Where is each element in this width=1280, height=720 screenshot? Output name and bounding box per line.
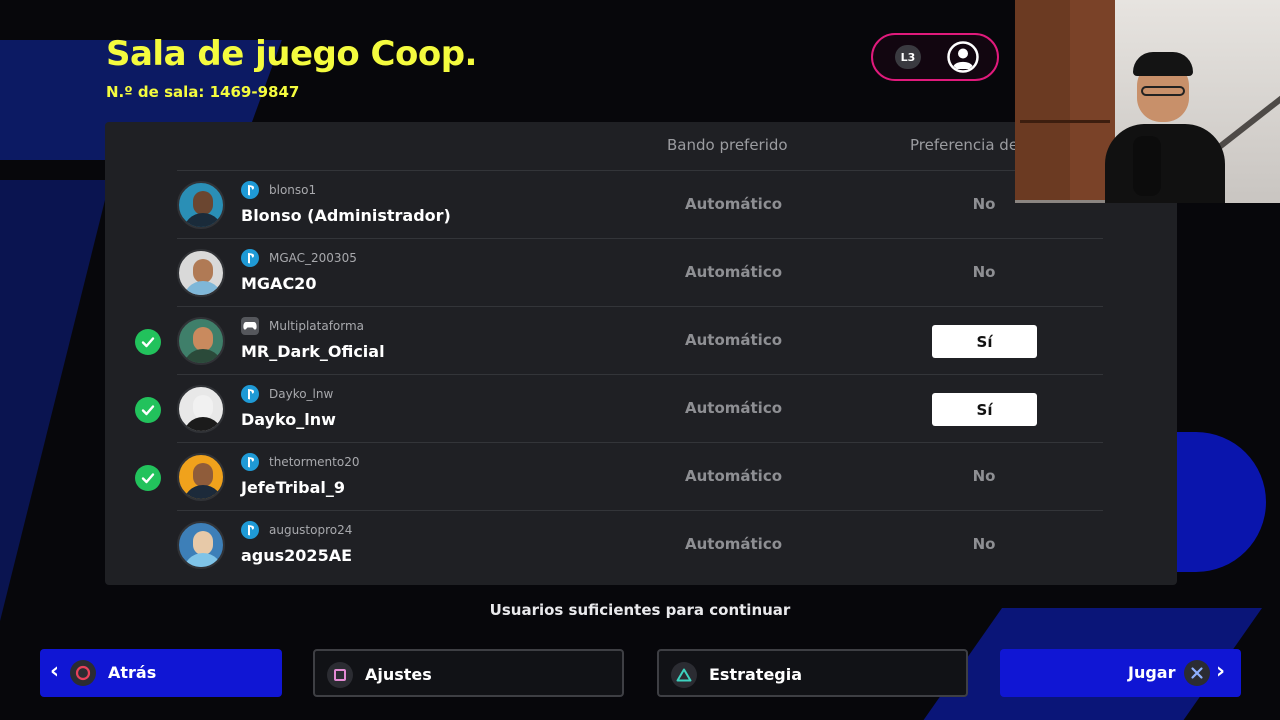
player-name: Dayko_lnw	[241, 410, 336, 429]
player-handle: Multiplataforma	[269, 319, 365, 333]
background-shape	[1176, 432, 1266, 572]
player-row[interactable]: MGAC_200305 MGAC20 Automático No	[105, 239, 1177, 307]
chevron-right-icon: ›	[1216, 659, 1226, 684]
preferred-side-value: Automático	[685, 399, 783, 417]
player-handle: thetormento20	[269, 455, 360, 469]
back-label: Atrás	[108, 663, 157, 682]
cross-button-icon	[1184, 660, 1210, 686]
preference-yes-button[interactable]: Sí	[932, 393, 1037, 426]
preferred-side-value: Automático	[685, 263, 783, 281]
player-name: MR_Dark_Oficial	[241, 342, 385, 361]
player-name: MGAC20	[241, 274, 317, 293]
ready-check-icon	[135, 397, 161, 423]
status-message: Usuarios suficientes para continuar	[489, 601, 791, 619]
player-handle: Dayko_lnw	[269, 387, 334, 401]
player-name: agus2025AE	[241, 546, 353, 565]
circle-button-icon	[70, 660, 96, 686]
preferred-side-value: Automático	[685, 195, 783, 213]
play-label: Jugar	[1128, 663, 1176, 682]
strategy-label: Estrategia	[709, 665, 803, 684]
webcam-background	[1020, 120, 1110, 123]
player-avatar	[177, 181, 225, 229]
streamer	[1105, 50, 1231, 203]
play-button[interactable]: Jugar ›	[1000, 649, 1241, 697]
preference-value: No	[972, 263, 996, 281]
settings-label: Ajustes	[365, 665, 432, 684]
preferred-side-value: Automático	[685, 331, 783, 349]
back-button[interactable]: ‹ Atrás	[40, 649, 282, 697]
ready-check-icon	[135, 465, 161, 491]
gamepad-icon	[241, 317, 259, 335]
player-avatar	[177, 521, 225, 569]
background-shape	[0, 180, 110, 720]
chevron-left-icon: ‹	[50, 659, 60, 684]
player-row[interactable]: Multiplataforma MR_Dark_Oficial Automáti…	[105, 307, 1177, 375]
player-avatar	[177, 453, 225, 501]
playstation-icon	[241, 521, 259, 539]
player-avatar	[177, 317, 225, 365]
playstation-icon	[241, 249, 259, 267]
page-title: Sala de juego Coop.	[106, 34, 477, 74]
column-header-preference: Preferencia de	[910, 136, 1019, 154]
player-row[interactable]: Dayko_lnw Dayko_lnw Automático Sí	[105, 375, 1177, 443]
player-avatar	[177, 385, 225, 433]
l3-button-icon: L3	[895, 45, 921, 69]
user-profile-icon	[947, 41, 979, 73]
preference-yes-button[interactable]: Sí	[932, 325, 1037, 358]
room-number: N.º de sala: 1469-9847	[106, 83, 300, 101]
webcam-microphone	[1133, 136, 1161, 196]
player-row[interactable]: thetormento20 JefeTribal_9 Automático No	[105, 443, 1177, 511]
preference-value: No	[972, 467, 996, 485]
preference-value: No	[972, 195, 996, 213]
square-button-icon	[327, 662, 353, 688]
player-name: Blonso (Administrador)	[241, 206, 451, 225]
settings-button[interactable]: Ajustes	[313, 649, 624, 697]
player-row[interactable]: augustopro24 agus2025AE Automático No	[105, 511, 1177, 579]
playstation-icon	[241, 385, 259, 403]
player-handle: augustopro24	[269, 523, 353, 537]
player-name: JefeTribal_9	[241, 478, 346, 497]
preferred-side-value: Automático	[685, 535, 783, 553]
triangle-button-icon	[671, 662, 697, 688]
preference-value: No	[972, 535, 996, 553]
strategy-button[interactable]: Estrategia	[657, 649, 968, 697]
column-header-preferred-side: Bando preferido	[667, 136, 788, 154]
webcam-overlay	[1015, 0, 1280, 203]
player-handle: blonso1	[269, 183, 317, 197]
player-avatar	[177, 249, 225, 297]
player-handle: MGAC_200305	[269, 251, 357, 265]
preferred-side-value: Automático	[685, 467, 783, 485]
ready-check-icon	[135, 329, 161, 355]
profile-button[interactable]: L3	[871, 33, 999, 81]
playstation-icon	[241, 181, 259, 199]
playstation-icon	[241, 453, 259, 471]
